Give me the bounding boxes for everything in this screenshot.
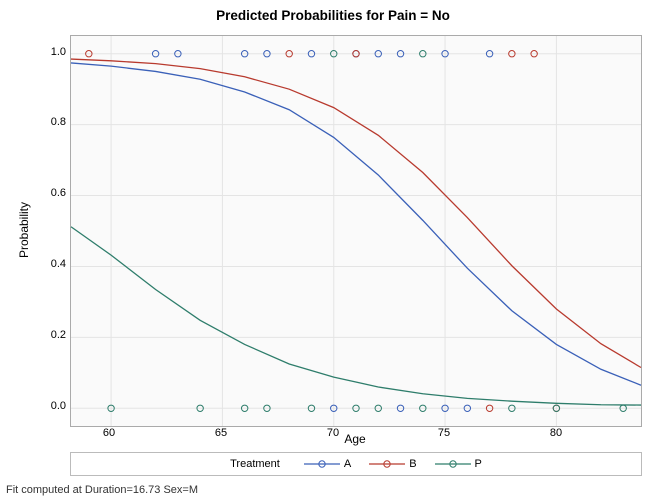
series-line-b (71, 59, 641, 367)
legend-item-a: A (304, 458, 351, 470)
y-tick: 0.6 (48, 187, 66, 199)
chart-root: Predicted Probabilities for Pain = No Pr… (0, 0, 666, 500)
x-axis-label: Age (70, 432, 640, 446)
legend-item-p: P (435, 458, 482, 470)
legend-label-b: B (409, 458, 416, 470)
y-tick: 0.0 (48, 400, 66, 412)
y-tick: 0.2 (48, 329, 66, 341)
legend-swatch-b (369, 458, 405, 470)
y-axis-label-text: Probability (17, 202, 31, 258)
plot-svg (71, 36, 641, 426)
legend-item-b: B (369, 458, 416, 470)
legend-swatch-a (304, 458, 340, 470)
chart-title: Predicted Probabilities for Pain = No (0, 8, 666, 23)
legend-title: Treatment (230, 458, 280, 470)
footnote: Fit computed at Duration=16.73 Sex=M (6, 484, 198, 496)
plot-area (70, 35, 642, 427)
y-tick: 0.4 (48, 258, 66, 270)
y-axis-label: Probability (14, 35, 34, 425)
legend-label-p: P (475, 458, 482, 470)
y-tick: 0.8 (48, 116, 66, 128)
y-tick: 1.0 (48, 46, 66, 58)
legend-label-a: A (344, 458, 351, 470)
series-line-p (71, 227, 641, 405)
legend-swatch-p (435, 458, 471, 470)
legend: Treatment A B P (70, 452, 642, 476)
